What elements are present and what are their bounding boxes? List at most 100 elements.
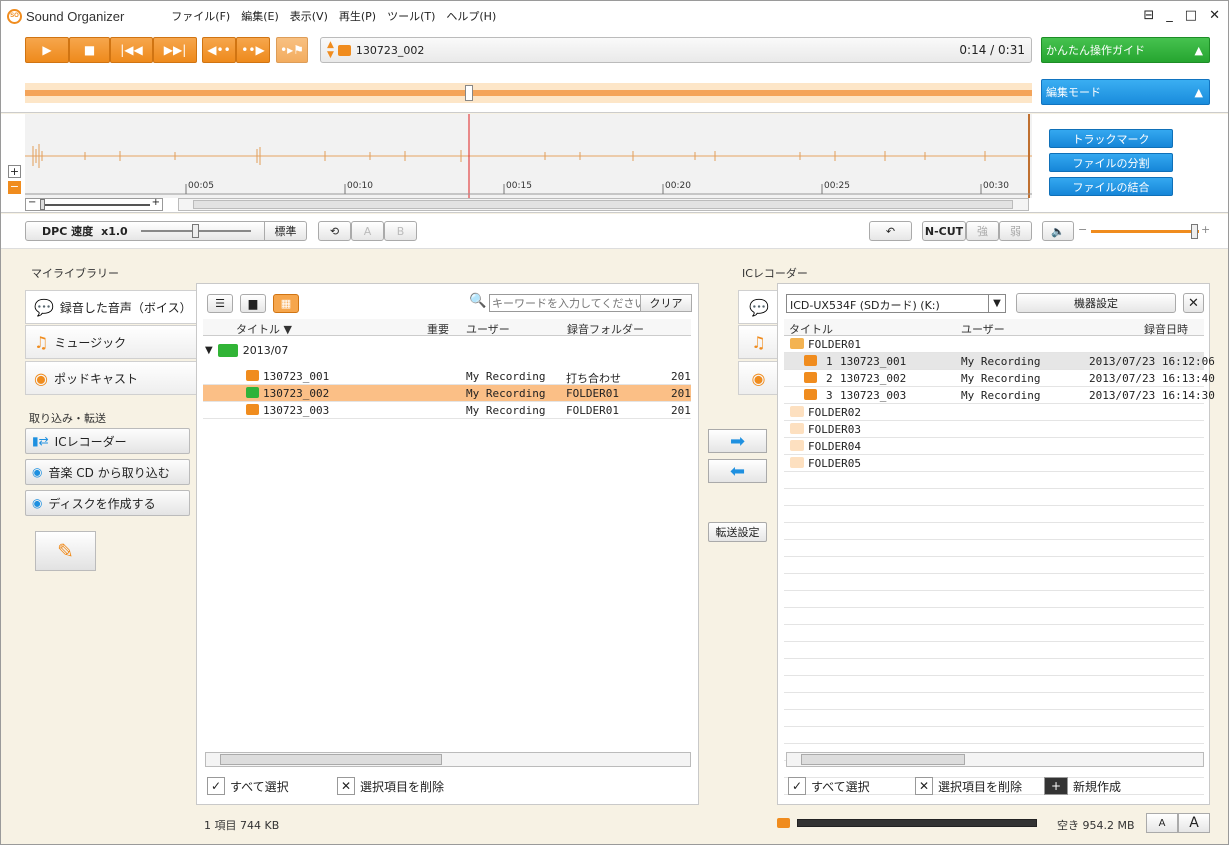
playing-file-icon [246, 387, 259, 398]
transfer-to-recorder-button[interactable]: ➡ [708, 429, 767, 453]
device-select[interactable]: ICD-UX534F (SDカード) (K:) ▼ [786, 294, 1006, 313]
device-settings-button[interactable]: 機器設定 [1016, 293, 1176, 313]
list-item[interactable]: 2 130723_002 My Recording 2013/07/23 16:13:… [784, 370, 1215, 387]
recorder-delete[interactable]: ✕ 選択項目を削除 [915, 777, 1022, 795]
expand-icon[interactable]: ▼ [205, 345, 213, 356]
easy-guide-button[interactable]: かんたん操作ガイド ▲ [1041, 37, 1210, 63]
split-file-button[interactable]: ファイルの分割 [1049, 153, 1173, 172]
waveform-display[interactable]: 00:05 00:10 00:15 00:20 00:25 00:30 [25, 114, 1032, 198]
menu-tools[interactable]: ツール(T) [387, 8, 435, 24]
waveform-scrollbar[interactable] [178, 198, 1029, 211]
easy-search-icon[interactable]: ↶ [869, 221, 912, 241]
checkbox-icon[interactable]: ✓ [207, 777, 225, 795]
notepad-edit-icon[interactable]: ✎ [35, 531, 96, 571]
track-mark-jump-button[interactable]: •▸⚑ [276, 37, 308, 63]
library-select-all[interactable]: ✓ すべて選択 [207, 777, 289, 795]
recorder-voice-tab[interactable]: 💬 [738, 290, 779, 324]
ncut-button[interactable]: N-CUT [922, 221, 966, 241]
folder-row[interactable]: FOLDER02 [784, 404, 1204, 421]
combine-file-button[interactable]: ファイルの結合 [1049, 177, 1173, 196]
recorder-podcast-tab[interactable]: ◉ [738, 361, 779, 395]
play-button[interactable]: ▶ [25, 37, 69, 63]
folder-row[interactable]: FOLDER05 [784, 455, 1204, 472]
zoom-slider[interactable]: − + [25, 197, 163, 211]
search-input[interactable] [489, 294, 641, 312]
volume-slider[interactable] [1091, 230, 1199, 233]
tab-podcast[interactable]: ◉ ポッドキャスト [25, 361, 197, 395]
library-header: タイトル ▼ 重要 ユーザー 録音フォルダー [203, 319, 691, 336]
library-status: 1 項目 744 KB [204, 819, 280, 832]
menu-play[interactable]: 再生(P) [339, 8, 376, 24]
forward-button[interactable]: ••▶ [236, 37, 270, 63]
maximize-icon[interactable]: □ [1185, 8, 1197, 23]
folder-row[interactable]: FOLDER04 [784, 438, 1204, 455]
next-button[interactable]: ▶▶| [153, 37, 197, 63]
library-scrollbar[interactable] [205, 752, 691, 767]
close-device-icon[interactable]: ✕ [1183, 293, 1204, 313]
library-delete[interactable]: ✕ 選択項目を削除 [337, 777, 444, 795]
b-point-button[interactable]: B [384, 221, 417, 241]
rewind-button[interactable]: ◀•• [202, 37, 236, 63]
list-item[interactable]: 130723_003 My Recording FOLDER01 201 [203, 402, 691, 419]
ncut-strong-button[interactable]: 強 [966, 221, 999, 241]
dropdown-icon[interactable]: ▼ [988, 295, 1005, 312]
folder-row[interactable]: FOLDER01 [784, 336, 1204, 353]
minimize-icon[interactable]: _ [1166, 8, 1173, 23]
calendar-view-icon[interactable]: ▦ [273, 294, 299, 313]
menu-edit[interactable]: 編集(E) [241, 8, 279, 24]
ncut-weak-button[interactable]: 弱 [999, 221, 1032, 241]
dpc-slider-knob[interactable] [192, 224, 199, 238]
close-icon[interactable]: ✕ [1209, 8, 1220, 23]
col-user[interactable]: ユーザー [466, 321, 510, 337]
ic-recorder-button[interactable]: ▮⇄ ICレコーダー [25, 428, 190, 454]
recorder-scrollbar[interactable] [786, 752, 1204, 767]
import-cd-button[interactable]: ◉ 音楽 CD から取り込む [25, 459, 190, 485]
checkbox-icon[interactable]: ✓ [788, 777, 806, 795]
list-item[interactable]: 1 130723_001 My Recording 2013/07/23 16:12:… [784, 353, 1215, 370]
font-small-button[interactable]: A [1146, 813, 1178, 833]
seek-knob[interactable] [465, 85, 473, 101]
tab-voice[interactable]: 💬 録音した音声（ボイス） [25, 290, 199, 324]
transfer-settings-button[interactable]: 転送設定 [708, 522, 767, 542]
tick-label: 00:20 [665, 181, 691, 191]
col-user[interactable]: ユーザー [961, 321, 1005, 337]
col-date[interactable]: 録音日時 [1144, 321, 1188, 337]
font-large-button[interactable]: A [1178, 813, 1210, 833]
track-mark-button[interactable]: トラックマーク [1049, 129, 1173, 148]
clear-button[interactable]: クリア [640, 294, 692, 312]
track-switch-icon[interactable]: ▲ ▼ [327, 40, 334, 60]
edit-mode-button[interactable]: 編集モード ▲ [1041, 79, 1210, 105]
date-group[interactable]: ▼ 2013/07 [205, 344, 288, 357]
create-disc-button[interactable]: ◉ ディスクを作成する [25, 490, 190, 516]
new-folder-button[interactable]: + 新規作成 [1044, 777, 1121, 795]
tab-music[interactable]: ♫ ミュージック [25, 325, 197, 359]
recorder-select-all[interactable]: ✓ すべて選択 [788, 777, 870, 795]
volume-knob[interactable] [1191, 224, 1198, 239]
menu-help[interactable]: ヘルプ(H) [446, 8, 496, 24]
col-title[interactable]: タイトル ▼ [236, 321, 292, 337]
menu-view[interactable]: 表示(V) [290, 8, 328, 24]
zoom-out-icon[interactable]: − [8, 181, 21, 194]
voice-file-icon [804, 389, 817, 400]
col-folder[interactable]: 録音フォルダー [567, 321, 644, 337]
list-item[interactable]: 130723_001 My Recording 打ち合わせ 201 [203, 368, 691, 385]
list-item[interactable]: 3 130723_003 My Recording 2013/07/23 16:14:… [784, 387, 1215, 404]
stop-button[interactable]: ■ [69, 37, 110, 63]
menu-file[interactable]: ファイル(F) [171, 8, 230, 24]
previous-button[interactable]: |◀◀ [110, 37, 153, 63]
folder-row[interactable]: FOLDER03 [784, 421, 1204, 438]
list-item-selected[interactable]: 130723_002 My Recording FOLDER01 201 [203, 385, 691, 402]
folder-view-icon[interactable]: ▆ [240, 294, 266, 313]
col-title[interactable]: タイトル [789, 321, 833, 337]
list-view-icon[interactable]: ☰ [207, 294, 233, 313]
transfer-to-library-button[interactable]: ⬅ [708, 459, 767, 483]
zoom-in-icon[interactable]: + [8, 165, 21, 178]
seek-bar[interactable] [25, 83, 1032, 103]
repeat-icon[interactable]: ⟲ [318, 221, 351, 241]
recorder-music-tab[interactable]: ♫ [738, 325, 779, 359]
col-important[interactable]: 重要 [427, 321, 449, 337]
a-point-button[interactable]: A [351, 221, 384, 241]
compact-icon[interactable]: ⊟ [1143, 8, 1154, 23]
volume-icon[interactable]: 🔈 [1042, 221, 1074, 241]
standard-speed-button[interactable]: 標準 [264, 221, 306, 241]
